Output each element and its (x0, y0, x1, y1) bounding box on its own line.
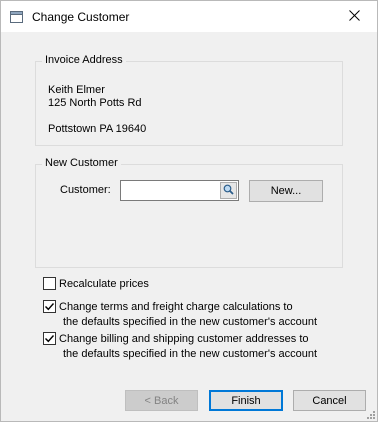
finish-button[interactable]: Finish (209, 390, 283, 411)
cancel-button-label: Cancel (312, 394, 347, 407)
close-button[interactable] (331, 1, 377, 32)
recalculate-prices-checkbox[interactable] (43, 277, 56, 290)
back-button[interactable]: < Back (125, 390, 198, 411)
invoice-address-group: Invoice Address Keith Elmer 125 North Po… (35, 54, 343, 146)
resize-grip-icon[interactable] (365, 409, 375, 419)
finish-button-label: Finish (231, 394, 261, 407)
cancel-button[interactable]: Cancel (293, 390, 366, 411)
address-street: 125 North Potts Rd (48, 97, 142, 109)
change-terms-checkbox[interactable] (43, 300, 56, 313)
change-addresses-label-line1: Change billing and shipping customer add… (59, 333, 309, 345)
new-customer-button-label: New... (270, 185, 302, 197)
customer-input[interactable] (121, 181, 218, 200)
checkmark-icon (45, 303, 55, 311)
change-addresses-label: Change billing and shipping customer add… (59, 332, 317, 362)
change-terms-label-line1: Change terms and freight charge calculat… (59, 301, 293, 313)
change-addresses-label-line2: the defaults specified in the new custom… (63, 348, 318, 360)
recalculate-prices-label: Recalculate prices (59, 278, 149, 290)
search-icon (223, 184, 234, 198)
back-button-label: < Back (144, 394, 179, 407)
address-name: Keith Elmer (48, 84, 105, 96)
new-customer-group-title: New Customer (42, 157, 121, 169)
invoice-address-group-title: Invoice Address (42, 54, 126, 66)
window-title: Change Customer (32, 10, 130, 24)
customer-label: Customer: (60, 184, 111, 196)
checkmark-icon (45, 335, 55, 343)
close-icon (348, 9, 360, 24)
address-city-line: Pottstown PA 19640 (48, 123, 147, 135)
customer-lookup-button[interactable] (220, 182, 237, 199)
new-customer-group: New Customer Customer: New... (35, 157, 343, 268)
customer-field[interactable] (120, 180, 239, 201)
change-terms-label: Change terms and freight charge calculat… (59, 300, 317, 330)
title-bar: Change Customer (1, 1, 377, 32)
change-addresses-checkbox[interactable] (43, 332, 56, 345)
window-icon (10, 11, 23, 23)
change-customer-dialog: Change Customer Invoice Address Keith El… (0, 0, 378, 422)
change-terms-label-line2: the defaults specified in the new custom… (63, 316, 318, 328)
new-customer-button[interactable]: New... (249, 180, 323, 202)
